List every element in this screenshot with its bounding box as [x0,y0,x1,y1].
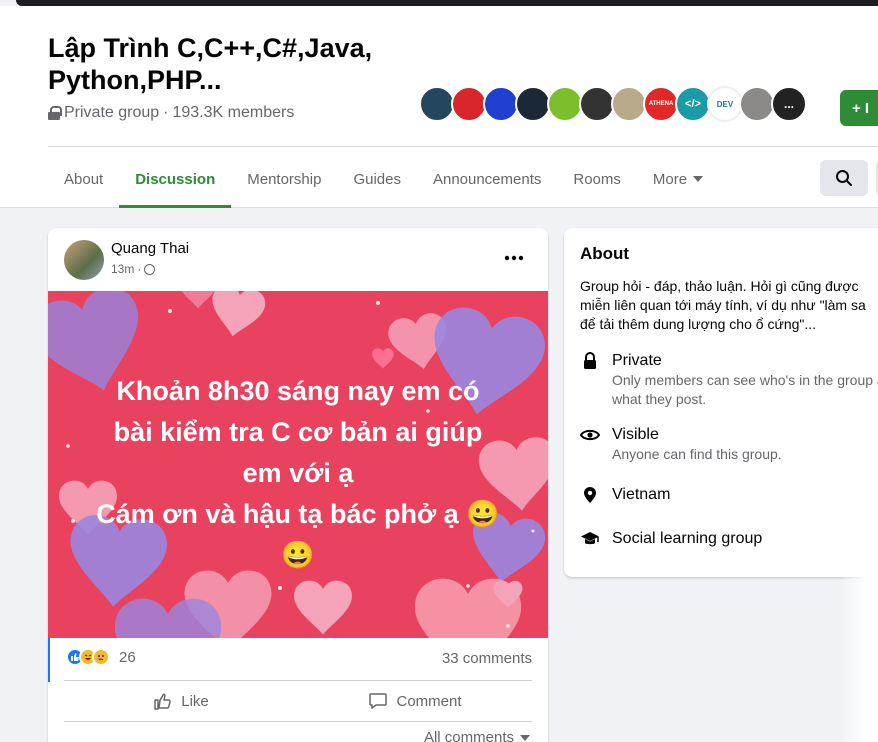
meta-separator: · [163,104,169,121]
post-actions: Like Comment [64,681,532,721]
group-meta: Private group · 193.3K members [48,104,294,122]
like-button[interactable]: Like [64,681,298,721]
group-tabs: About Discussion Mentorship Guides Annou… [48,150,719,208]
search-button[interactable] [820,160,868,196]
post-time[interactable]: 13m [111,262,134,276]
tab-mentorship[interactable]: Mentorship [231,150,337,208]
focus-indicator [48,638,50,682]
meta-separator: · [137,262,142,276]
tab-guides[interactable]: Guides [337,150,417,208]
post-background[interactable]: Khoản 8h30 sáng nay em có bài kiểm tra C… [48,291,548,638]
about-item-subtitle: Only members can see who's in the group … [612,372,878,407]
member-avatar[interactable] [483,86,519,122]
post-text-line: Khoản 8h30 sáng nay em có [116,376,480,406]
about-item-location: Vietnam [580,485,670,505]
header-divider [48,146,878,147]
reaction-count: 26 [119,648,136,666]
reactions-summary[interactable]: 26 [66,648,136,666]
chevron-down-icon [520,734,530,741]
member-avatar[interactable] [451,86,487,122]
lock-icon [580,351,600,371]
member-avatars[interactable]: ATHENA </> DEV ... [419,86,807,122]
group-member-count[interactable]: 193.3K members [173,104,295,122]
member-avatar[interactable]: ... [771,86,807,122]
post-timestamp: 13m · [111,262,156,276]
member-avatar[interactable] [547,86,583,122]
about-item-title: Private [612,352,662,369]
tab-discussion[interactable]: Discussion [119,150,232,208]
tab-announcements[interactable]: Announcements [417,150,557,208]
all-comments-filter[interactable]: All comments [424,729,530,742]
post-text-line: Cám ơn và hậu tạ bác phở ạ 😀 [96,499,500,529]
avatar[interactable] [64,240,104,280]
lock-icon [48,106,62,120]
comment-button[interactable]: Comment [298,681,532,721]
post-author[interactable]: Quang Thai [111,240,189,257]
member-avatar[interactable] [611,86,647,122]
comment-count[interactable]: 33 comments [442,650,532,667]
about-item-title: Visible [612,426,659,443]
member-avatar[interactable] [739,86,775,122]
post-card: Quang Thai 13m · Khoản 8h30 sáng nay em … [48,228,548,742]
search-icon [836,170,852,186]
eye-icon [580,425,600,445]
member-avatar[interactable]: </> [675,86,711,122]
group-title[interactable]: Lập Trình C,C++,C#,Java, Python,PHP... [48,32,408,96]
about-item-visible: Visible Anyone can find this group. [580,425,878,464]
post-text-line: 😀 [281,540,315,570]
tab-rooms[interactable]: Rooms [557,150,637,208]
member-avatar[interactable]: DEV [707,86,743,122]
about-description: Group hỏi - đáp, thảo luận. Hỏi gì cũng … [580,278,866,332]
location-pin-icon [580,485,600,505]
tab-about[interactable]: About [48,150,119,208]
about-item-title: Social learning group [612,530,763,547]
join-button[interactable]: + I [840,90,878,126]
globe-icon [144,263,156,275]
about-item-subtitle: Anyone can find this group. [612,446,782,462]
sad-reaction-icon [92,648,110,666]
comment-icon [369,693,388,709]
member-avatar[interactable]: ATHENA [643,86,679,122]
post-text-line: em với ạ [242,458,354,488]
tab-more[interactable]: More [637,150,719,208]
graduation-cap-icon [580,529,600,549]
divider [64,721,532,722]
post-options-button[interactable] [498,244,530,272]
member-avatar[interactable] [515,86,551,122]
group-privacy: Private group [64,104,160,121]
about-panel: About Group hỏi - đáp, thảo luận. Hỏi gì… [564,228,878,577]
thumbs-up-icon [154,693,172,710]
chevron-down-icon [693,176,704,182]
member-avatar[interactable] [419,86,455,122]
about-item-group-type: Social learning group [580,529,762,549]
edge-shadow [840,470,878,742]
more-dots-icon [504,255,524,261]
member-avatar[interactable] [579,86,615,122]
post-text: Khoản 8h30 sáng nay em có bài kiểm tra C… [48,371,548,576]
about-item-private: Private Only members can see who's in th… [580,351,878,409]
about-title: About [580,244,630,263]
about-item-title[interactable]: Vietnam [612,485,670,505]
post-text-line: bài kiểm tra C cơ bản ai giúp [113,417,483,447]
